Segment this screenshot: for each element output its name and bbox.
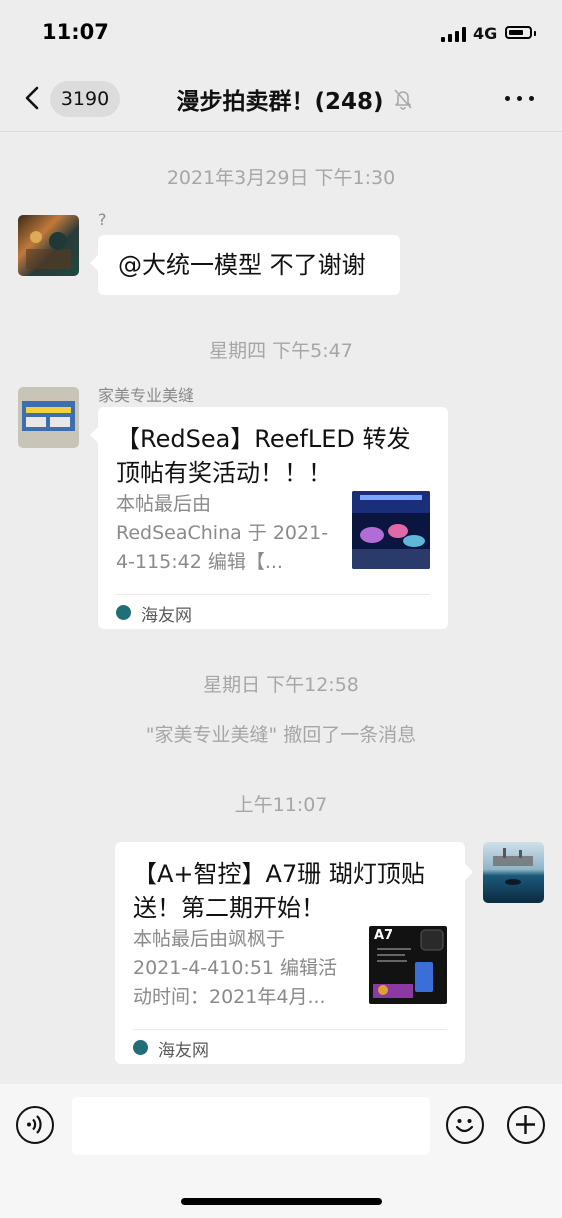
avatar[interactable]	[18, 215, 79, 276]
card-desc-line: 本帖最后由	[116, 493, 212, 515]
unread-count-badge[interactable]: 3190	[50, 81, 120, 117]
card-desc-line: RedSeaChina 于 2021-	[116, 522, 329, 544]
home-indicator	[181, 1198, 382, 1205]
signal-icon	[441, 27, 468, 42]
card-title-line: 【RedSea】ReefLED 转发	[116, 425, 411, 453]
haiyou-logo-icon	[116, 605, 131, 620]
card-divider	[133, 1029, 447, 1030]
bell-off-icon	[394, 89, 412, 110]
card-desc-line: 本帖最后由飒枫于	[133, 928, 286, 950]
sender-name: ?	[98, 210, 107, 229]
timestamp: 星期四 下午5:47	[209, 340, 353, 362]
link-card[interactable]: 【A+智控】A7珊 瑚灯顶贴 送！第二期开始！ 本帖最后由飒枫于 2021-4-…	[115, 842, 473, 1064]
card-title-line: 顶帖有奖活动！！！	[116, 459, 332, 487]
timestamp: 星期日 下午12:58	[203, 674, 359, 696]
battery-tip	[534, 31, 536, 36]
status-time: 11:07	[42, 20, 109, 44]
card-desc-line: 2021-4-410:51 编辑活	[133, 957, 338, 979]
card-thumbnail: A7	[369, 926, 447, 1004]
voice-icon[interactable]	[16, 1106, 54, 1144]
message-input[interactable]	[72, 1097, 430, 1155]
recall-notice: "家美专业美缝" 撤回了一条消息	[145, 724, 417, 746]
card-source: 海友网	[158, 1041, 209, 1061]
chat-title: 漫步拍卖群！(248)	[176, 89, 384, 115]
card-desc-line: 动时间：2021年4月...	[133, 986, 326, 1008]
emoji-icon[interactable]	[446, 1106, 484, 1144]
avatar[interactable]	[483, 842, 544, 903]
plus-icon[interactable]	[507, 1106, 545, 1144]
network-label: 4G	[473, 24, 498, 43]
haiyou-logo-icon	[133, 1040, 148, 1055]
card-thumbnail	[352, 491, 430, 569]
timestamp: 上午11:07	[234, 794, 328, 816]
card-title-line: 【A+智控】A7珊 瑚灯顶贴	[133, 860, 425, 888]
header-divider	[0, 131, 562, 132]
battery-icon	[505, 26, 532, 39]
avatar[interactable]	[18, 387, 79, 448]
card-title-line: 送！第二期开始！	[133, 894, 325, 922]
more-dots-icon[interactable]	[505, 96, 535, 102]
link-card[interactable]: 【RedSea】ReefLED 转发 顶帖有奖活动！！！ 本帖最后由 RedSe…	[90, 407, 448, 629]
card-source: 海友网	[141, 606, 192, 626]
chevron-left-icon[interactable]	[24, 86, 40, 110]
card-desc-line: 4-115:42 编辑【...	[116, 551, 283, 573]
sender-name: 家美专业美缝	[98, 386, 195, 405]
timestamp: 2021年3月29日 下午1:30	[166, 167, 396, 189]
text-message-bubble[interactable]: @大统一模型 不了谢谢	[90, 235, 400, 295]
card-divider	[116, 594, 430, 595]
